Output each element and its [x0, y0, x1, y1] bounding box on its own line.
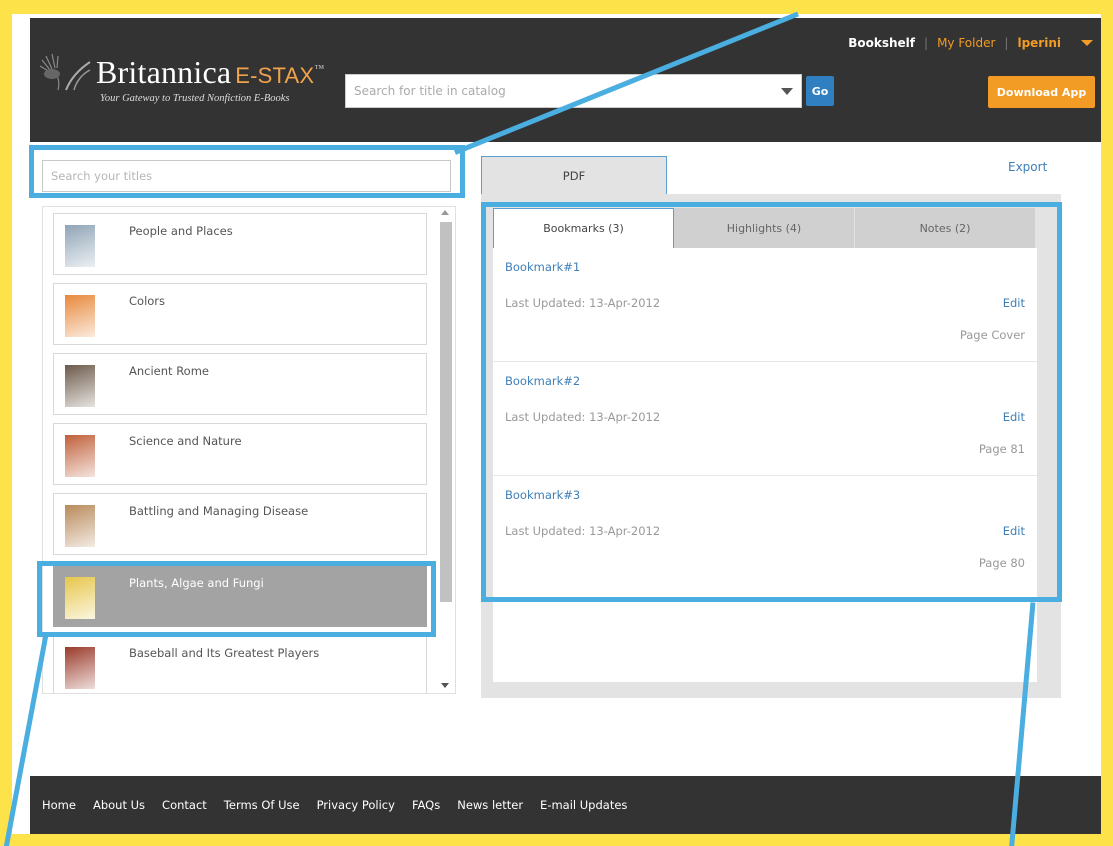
pdf-tab[interactable]: PDF	[481, 156, 667, 194]
bookmark-entry: Bookmark#1 Last Updated: 13-Apr-2012 Edi…	[493, 248, 1037, 362]
footer-link-email-updates[interactable]: E-mail Updates	[540, 798, 627, 812]
brand-suffix: E-STAX	[235, 63, 315, 88]
go-button[interactable]: Go	[806, 76, 834, 106]
footer-link-faqs[interactable]: FAQs	[412, 798, 440, 812]
header-bar: Britannica E-STAX™ Your Gateway to Truste…	[30, 18, 1101, 142]
title-list-scrollbar[interactable]	[437, 206, 455, 694]
catalog-search-box	[345, 74, 802, 108]
bookmark-link[interactable]: Bookmark#1	[505, 260, 580, 274]
title-list-item[interactable]: Ancient Rome	[53, 353, 427, 415]
book-title: Ancient Rome	[129, 364, 209, 378]
tab-notes[interactable]: Notes (2)	[855, 208, 1036, 248]
tab-highlights[interactable]: Highlights (4)	[674, 208, 855, 248]
bookmark-updated: Last Updated: 13-Apr-2012	[505, 296, 661, 310]
nav-separator: |	[924, 36, 929, 50]
bookmark-link[interactable]: Bookmark#3	[505, 488, 580, 502]
bookmark-entry: Bookmark#3 Last Updated: 13-Apr-2012 Edi…	[493, 476, 1037, 590]
bookmark-edit-link[interactable]: Edit	[1003, 524, 1025, 538]
bookmark-updated: Last Updated: 13-Apr-2012	[505, 524, 661, 538]
book-cover-thumbnail	[65, 505, 95, 547]
book-cover-thumbnail	[65, 225, 95, 267]
book-cover-thumbnail	[65, 435, 95, 477]
title-list-item[interactable]: People and Places	[53, 213, 427, 275]
title-list-item[interactable]: Battling and Managing Disease	[53, 493, 427, 555]
footer-link-privacy[interactable]: Privacy Policy	[317, 798, 395, 812]
book-cover-thumbnail	[65, 295, 95, 337]
footer-bar: Home About Us Contact Terms Of Use Priva…	[30, 776, 1101, 834]
title-list-item-selected[interactable]: Plants, Algae and Fungi	[53, 565, 427, 627]
chevron-down-icon	[781, 87, 793, 95]
scrollbar-thumb[interactable]	[440, 222, 452, 602]
tab-bookmarks[interactable]: Bookmarks (3)	[493, 208, 674, 248]
annotation-tabs: Bookmarks (3) Highlights (4) Notes (2)	[493, 208, 1037, 248]
title-list-item[interactable]: Colors	[53, 283, 427, 345]
book-title: People and Places	[129, 224, 233, 238]
footer-link-contact[interactable]: Contact	[162, 798, 207, 812]
bookmark-edit-link[interactable]: Edit	[1003, 410, 1025, 424]
bookmark-page: Page 80	[978, 556, 1025, 570]
book-cover-thumbnail	[65, 365, 95, 407]
book-cover-thumbnail	[65, 647, 95, 689]
title-list-item[interactable]: Science and Nature	[53, 423, 427, 485]
bookmark-page: Page Cover	[959, 328, 1025, 342]
scroll-down-arrow-icon[interactable]	[441, 683, 449, 688]
bookmark-entry: Bookmark#2 Last Updated: 13-Apr-2012 Edi…	[493, 362, 1037, 476]
app-frame: Britannica E-STAX™ Your Gateway to Truste…	[12, 14, 1101, 834]
catalog-dropdown-toggle[interactable]	[773, 75, 801, 107]
book-title: Science and Nature	[129, 434, 242, 448]
footer-link-terms[interactable]: Terms Of Use	[224, 798, 300, 812]
thistle-logo-icon	[39, 53, 91, 91]
title-list: People and Places Colors Ancient Rome Sc…	[42, 206, 456, 694]
brand-name: Britannica	[96, 54, 232, 90]
title-list-item[interactable]: Baseball and Its Greatest Players	[53, 635, 427, 693]
top-nav: Bookshelf | My Folder | lperini	[848, 36, 1093, 50]
nav-user-menu[interactable]: lperini	[1017, 36, 1061, 50]
download-app-button[interactable]: Download App	[988, 76, 1095, 108]
bookmark-link[interactable]: Bookmark#2	[505, 374, 580, 388]
nav-bookshelf-link[interactable]: Bookshelf	[848, 36, 915, 50]
title-search-input[interactable]	[43, 161, 450, 191]
footer-link-newsletter[interactable]: News letter	[457, 798, 523, 812]
book-title: Baseball and Its Greatest Players	[129, 646, 320, 660]
bookmark-updated: Last Updated: 13-Apr-2012	[505, 410, 661, 424]
book-title: Colors	[129, 294, 166, 308]
footer-link-about-us[interactable]: About Us	[93, 798, 145, 812]
book-title: Plants, Algae and Fungi	[129, 576, 264, 590]
book-cover-thumbnail	[65, 577, 95, 619]
bookmark-edit-link[interactable]: Edit	[1003, 296, 1025, 310]
catalog-search-input[interactable]	[346, 75, 773, 107]
user-menu-chevron-icon[interactable]	[1081, 40, 1093, 46]
bookmark-page: Page 81	[978, 442, 1025, 456]
title-search-box	[42, 160, 451, 192]
trademark-mark: ™	[314, 63, 325, 75]
scroll-up-arrow-icon[interactable]	[441, 210, 449, 215]
brand-logo[interactable]: Britannica E-STAX™	[96, 54, 324, 91]
nav-my-folder-link[interactable]: My Folder	[937, 36, 995, 50]
annotations-content: Bookmarks (3) Highlights (4) Notes (2) B…	[493, 208, 1037, 682]
nav-separator: |	[1004, 36, 1009, 50]
annotations-panel: Bookmarks (3) Highlights (4) Notes (2) B…	[481, 194, 1061, 698]
footer-link-home[interactable]: Home	[42, 798, 76, 812]
brand-tagline: Your Gateway to Trusted Nonfiction E-Boo…	[100, 93, 290, 104]
book-title: Battling and Managing Disease	[129, 504, 309, 518]
export-link[interactable]: Export	[1008, 160, 1047, 174]
